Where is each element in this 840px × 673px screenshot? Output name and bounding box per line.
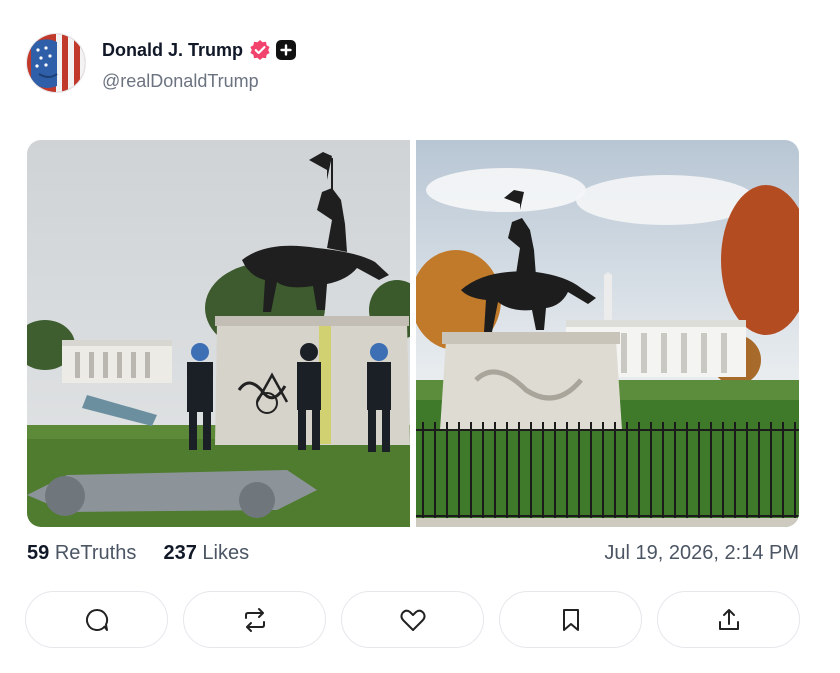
flag-face-avatar-icon <box>27 34 85 92</box>
likes-label[interactable]: Likes <box>202 542 249 564</box>
share-icon <box>718 608 739 630</box>
avatar[interactable] <box>26 33 86 93</box>
like-button[interactable] <box>341 591 484 648</box>
statue-white-house-photo[interactable] <box>416 140 799 527</box>
author-handle[interactable]: @realDonaldTrump <box>102 71 259 92</box>
reply-icon <box>85 608 108 631</box>
reply-button[interactable] <box>25 591 168 648</box>
retruth-button[interactable] <box>183 591 326 648</box>
verified-badge-icon <box>249 39 271 61</box>
statue-vandalized-photo[interactable] <box>27 140 410 527</box>
share-button[interactable] <box>657 591 800 648</box>
bookmark-button[interactable] <box>499 591 642 648</box>
post-timestamp[interactable]: Jul 19, 2026, 2:14 PM <box>604 542 799 565</box>
retruths-label[interactable]: ReTruths <box>55 542 137 564</box>
retruth-icon <box>244 607 265 632</box>
media-grid <box>27 140 799 527</box>
bookmark-icon <box>562 608 579 631</box>
like-icon <box>399 609 426 631</box>
action-bar <box>25 591 801 651</box>
plus-icon[interactable] <box>276 40 297 60</box>
post-stats: 59 ReTruths 237 Likes <box>27 542 249 565</box>
likes-count[interactable]: 237 <box>163 542 196 564</box>
retruths-count[interactable]: 59 <box>27 542 49 564</box>
author-name[interactable]: Donald J. Trump <box>102 40 243 61</box>
